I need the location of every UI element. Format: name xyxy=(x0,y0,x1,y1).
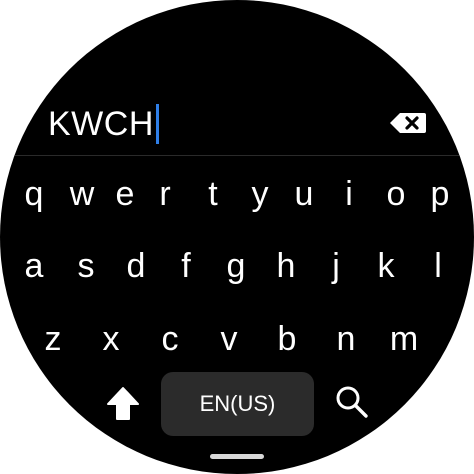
key-b[interactable]: b xyxy=(267,311,307,367)
key-p[interactable]: p xyxy=(420,166,460,222)
language-label: EN(US) xyxy=(199,391,276,416)
key-w[interactable]: w xyxy=(62,166,102,222)
drag-handle[interactable] xyxy=(210,454,264,459)
key-c[interactable]: c xyxy=(150,311,190,367)
key-y[interactable]: y xyxy=(240,166,280,222)
watch-screen: KWCH q w e r t y u i o p a s d f g h j k… xyxy=(0,0,474,474)
key-o[interactable]: o xyxy=(376,166,416,222)
key-v[interactable]: v xyxy=(209,311,249,367)
key-d[interactable]: d xyxy=(116,238,156,294)
key-g[interactable]: g xyxy=(216,238,256,294)
typed-text: KWCH xyxy=(48,105,154,143)
input-row: KWCH xyxy=(0,92,474,154)
key-h[interactable]: h xyxy=(266,238,306,294)
key-l[interactable]: l xyxy=(418,238,458,294)
key-k[interactable]: k xyxy=(366,238,406,294)
key-e[interactable]: e xyxy=(105,166,145,222)
text-caret xyxy=(155,104,159,144)
key-m[interactable]: m xyxy=(384,311,424,367)
key-s[interactable]: s xyxy=(66,238,106,294)
language-switch-button[interactable]: EN(US) xyxy=(161,372,314,436)
text-input-field[interactable]: KWCH xyxy=(48,104,159,144)
key-z[interactable]: z xyxy=(33,311,73,367)
divider xyxy=(0,155,474,156)
backspace-button[interactable] xyxy=(386,108,430,138)
key-u[interactable]: u xyxy=(284,166,324,222)
key-t[interactable]: t xyxy=(193,166,233,222)
search-button[interactable] xyxy=(328,378,376,426)
search-icon xyxy=(336,386,368,418)
key-x[interactable]: x xyxy=(91,311,131,367)
key-a[interactable]: a xyxy=(14,238,54,294)
key-f[interactable]: f xyxy=(166,238,206,294)
shift-button[interactable] xyxy=(98,380,148,428)
key-q[interactable]: q xyxy=(14,166,54,222)
key-n[interactable]: n xyxy=(326,311,366,367)
shift-arrow-icon xyxy=(107,387,139,420)
key-j[interactable]: j xyxy=(316,238,356,294)
key-i[interactable]: i xyxy=(329,166,369,222)
key-r[interactable]: r xyxy=(145,166,185,222)
backspace-icon xyxy=(390,113,426,133)
